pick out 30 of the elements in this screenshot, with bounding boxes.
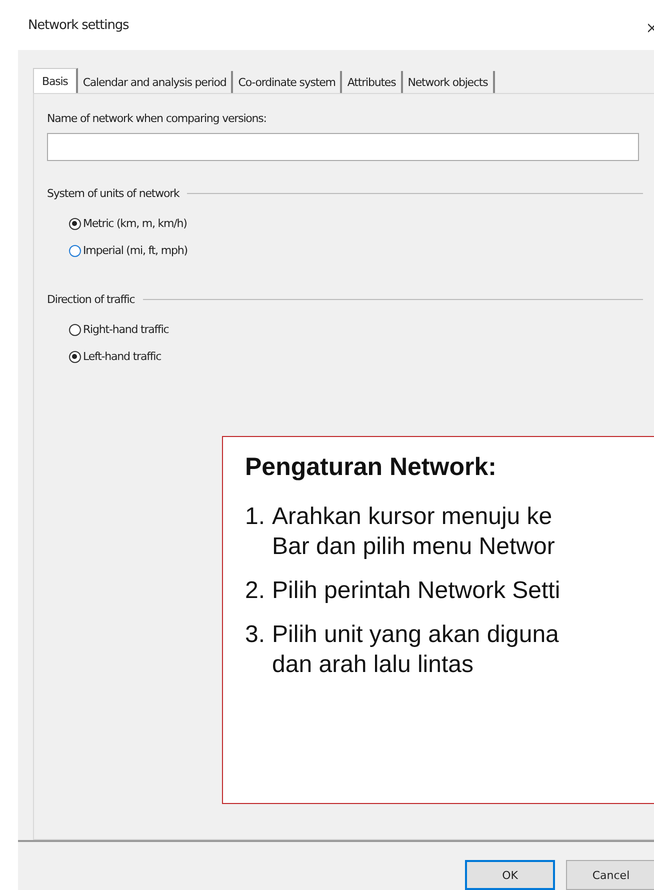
radio-option[interactable]: Right-hand traffic	[69, 323, 654, 336]
callout-title: Pengaturan Network:	[245, 453, 498, 482]
step-text: Pilih unit yang akan diguna	[272, 620, 559, 650]
radio-button[interactable]	[69, 218, 81, 230]
dialog-button[interactable]: Cancel	[566, 860, 654, 890]
radio-option[interactable]: Imperial (mi, ft, mph)	[69, 244, 654, 257]
radio-label: Right-hand traffic	[83, 323, 169, 336]
radio-label: Imperial (mi, ft, mph)	[83, 244, 188, 257]
radio-button[interactable]	[69, 324, 81, 336]
field-label: Name of network when comparing versions:	[47, 112, 268, 125]
step-number: 1.	[245, 502, 266, 532]
step-text: Bar dan pilih menu Networ	[272, 532, 555, 562]
close-icon[interactable]	[648, 22, 654, 34]
radio-button[interactable]	[69, 350, 81, 362]
radio-option[interactable]: Metric (km, m, km/h)	[69, 217, 654, 230]
radio-button[interactable]	[69, 244, 81, 256]
radio-label: Metric (km, m, km/h)	[83, 217, 187, 230]
group-title: Direction of traffic	[47, 293, 135, 306]
radio-label: Left-hand traffic	[83, 350, 162, 363]
step-text: Pilih perintah Network Setti	[272, 576, 560, 606]
radio-option[interactable]: Left-hand traffic	[69, 350, 654, 363]
tab[interactable]: Basis	[33, 68, 78, 93]
group-title: System of units of network	[47, 187, 180, 200]
name-input-field[interactable]	[47, 133, 639, 161]
step-text: dan arah lalu lintas	[272, 650, 474, 680]
step-number: 2.	[245, 576, 266, 606]
step-number: 3.	[245, 620, 266, 650]
dialog-button[interactable]: OK	[465, 860, 555, 890]
step-text: Arahkan kursor menuju ke	[272, 502, 554, 532]
window-title: Network settings	[28, 18, 129, 32]
